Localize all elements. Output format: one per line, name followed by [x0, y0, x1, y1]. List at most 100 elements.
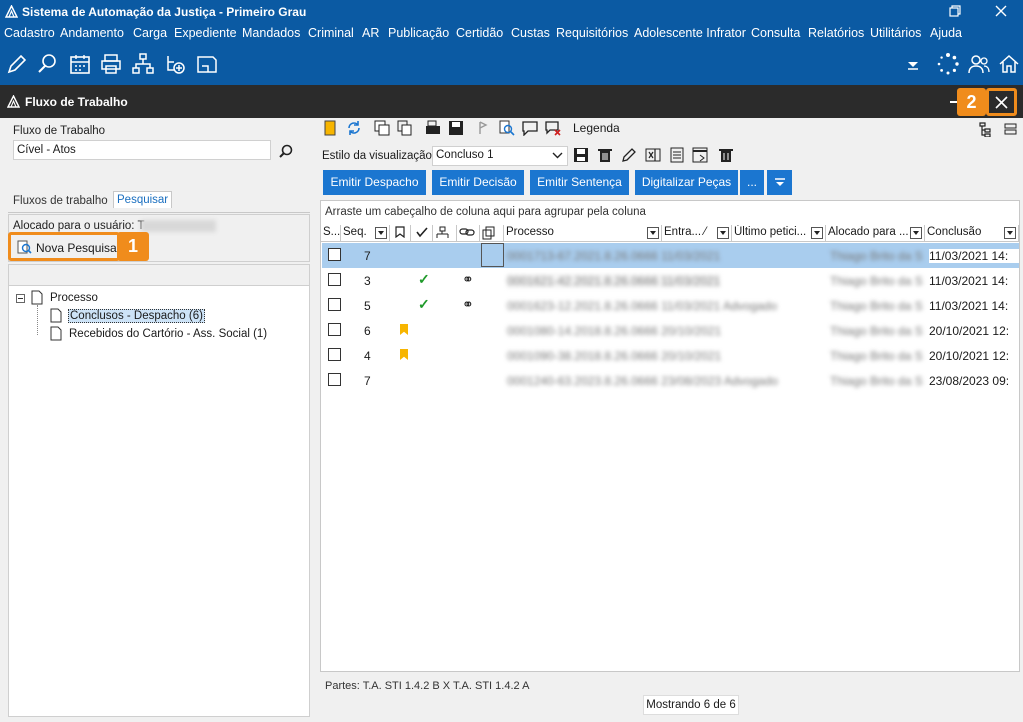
col-header-ultimo-peticionamento[interactable]: Último petici... [732, 225, 826, 242]
filter-dropdown-icon[interactable] [717, 227, 729, 239]
menu-certidao[interactable]: Certidão [456, 26, 503, 40]
filter-dropdown-icon[interactable] [910, 227, 922, 239]
save-icon[interactable] [573, 147, 589, 163]
tree-root[interactable]: Processo [50, 292, 98, 304]
tree-item-conclusos[interactable]: Conclusos - Despacho (6) [68, 309, 205, 323]
tree-view-icon[interactable] [978, 121, 994, 137]
dropdown-arrow-icon[interactable] [905, 52, 921, 76]
emitir-decisao-button[interactable]: Emitir Decisão [432, 170, 524, 195]
col-header-seq[interactable]: Seq. [341, 225, 390, 242]
calendar-icon[interactable] [68, 52, 92, 76]
window-close-button[interactable] [978, 0, 1023, 23]
row-processo[interactable]: 0001621-42.2021.8.26.0666 11/03/2021 [507, 274, 721, 288]
link-icon[interactable]: ⚭ [462, 271, 474, 288]
row-checkbox[interactable] [328, 323, 341, 336]
menu-publicacao[interactable]: Publicação [388, 26, 449, 40]
restore-button[interactable] [932, 0, 978, 23]
inbox-icon[interactable] [195, 52, 219, 76]
row-checkbox[interactable] [328, 273, 341, 286]
link-icon[interactable]: ⚭ [462, 296, 474, 313]
col-header-transfer[interactable] [433, 225, 457, 242]
search-icon[interactable] [279, 144, 293, 158]
menu-requisitorios[interactable]: Requisitórios [556, 26, 628, 40]
col-header-entrada[interactable]: Entra... ⁄ [662, 225, 732, 242]
search-doc-icon[interactable] [499, 120, 515, 136]
row-checkbox[interactable] [328, 298, 341, 311]
refresh-icon[interactable] [346, 120, 362, 136]
menu-relatorios[interactable]: Relatórios [808, 26, 864, 40]
more-button[interactable]: ... [740, 170, 764, 195]
row-processo[interactable]: 0001080-14.2018.8.26.0666 20/10/2021 [507, 324, 721, 338]
menu-custas[interactable]: Custas [511, 26, 550, 40]
menu-criminal[interactable]: Criminal [308, 26, 354, 40]
col-header-link[interactable] [457, 225, 480, 242]
row-processo[interactable]: 0001623-12.2021.8.26.0666 11/03/2021 Adv… [507, 299, 777, 313]
col-header-check[interactable] [411, 225, 433, 242]
col-header-s[interactable]: S... [321, 225, 341, 242]
menu-adolescente-infrator[interactable]: Adolescente Infrator [634, 26, 746, 40]
menu-utilitarios[interactable]: Utilitários [870, 26, 921, 40]
export-icon[interactable] [692, 147, 710, 163]
print-doc-icon[interactable] [425, 120, 441, 136]
menu-andamento[interactable]: Andamento [60, 26, 124, 40]
search-document-icon[interactable] [36, 52, 60, 76]
tab-pesquisar[interactable]: Pesquisar [113, 191, 173, 208]
filter-dropdown-icon[interactable] [375, 227, 387, 239]
menu-cadastro[interactable]: Cadastro [4, 26, 55, 40]
delete-icon[interactable] [597, 147, 613, 163]
pencil-icon[interactable] [621, 147, 637, 163]
col-header-alocado[interactable]: Alocado para ... [826, 225, 925, 242]
tree-collapse-toggle[interactable] [16, 294, 25, 303]
menu-mandados[interactable]: Mandados [242, 26, 300, 40]
row-checkbox[interactable] [328, 348, 341, 361]
row-processo[interactable]: 0001713-67.2021.8.26.0666 11/03/2021 [507, 249, 720, 263]
filter-dropdown-icon[interactable] [647, 227, 659, 239]
row-checkbox[interactable] [328, 373, 341, 386]
table-row[interactable]: 7 0001240-63.2023.8.26.0666 23/08/2023 A… [322, 368, 1019, 393]
row-processo[interactable]: 0001090-38.2018.8.26.0666 20/10/2021 [507, 349, 721, 363]
menu-carga[interactable]: Carga [133, 26, 167, 40]
nova-pesquisa-button[interactable]: Nova Pesquisa [8, 232, 120, 261]
fluxo-field[interactable]: Cível - Atos [13, 140, 271, 160]
copy-check-icon[interactable] [374, 120, 390, 136]
trash-icon[interactable] [718, 147, 734, 163]
filter-dropdown-icon[interactable] [811, 227, 823, 239]
tab-fluxos[interactable]: Fluxos de trabalho [10, 193, 111, 209]
hierarchy-icon[interactable] [131, 52, 155, 76]
estilo-select[interactable]: Concluso 1 [432, 146, 568, 166]
row-processo[interactable]: 0001240-63.2023.8.26.0666 23/08/2023 Adv… [507, 374, 778, 388]
col-header-attach[interactable] [480, 225, 504, 242]
tree-item-recebidos[interactable]: Recebidos do Cartório - Ass. Social (1) [69, 328, 267, 340]
col-header-bookmark[interactable] [390, 225, 411, 242]
edit-icon[interactable] [5, 52, 29, 76]
legenda-link[interactable]: Legenda [573, 121, 620, 135]
menu-dropdown-button[interactable] [767, 170, 792, 195]
table-row[interactable]: 3 ✓ ⚭ 0001621-42.2021.8.26.0666 11/03/20… [322, 268, 1019, 293]
home-icon[interactable] [997, 52, 1021, 76]
filter-dropdown-icon[interactable] [1004, 227, 1016, 239]
table-row[interactable]: 5 ✓ ⚭ 0001623-12.2021.8.26.0666 11/03/20… [322, 293, 1019, 318]
comment-icon[interactable] [522, 120, 538, 136]
table-row[interactable]: 6 0001080-14.2018.8.26.0666 20/10/2021 T… [322, 318, 1019, 343]
document-list-icon[interactable] [669, 147, 685, 163]
table-row[interactable]: 7 0001713-67.2021.8.26.0666 11/03/2021 T… [322, 243, 1019, 268]
users-icon[interactable] [967, 52, 991, 76]
col-header-conclusao[interactable]: Conclusão [925, 225, 1019, 242]
menu-ar[interactable]: AR [362, 26, 379, 40]
menu-expediente[interactable]: Expediente [174, 26, 237, 40]
add-structure-icon[interactable] [163, 52, 187, 76]
emitir-sentenca-button[interactable]: Emitir Sentença [530, 170, 629, 195]
digitalizar-pecas-button[interactable]: Digitalizar Peças [635, 170, 738, 195]
menu-consulta[interactable]: Consulta [751, 26, 800, 40]
folder-icon[interactable] [324, 120, 338, 136]
table-row[interactable]: 4 0001090-38.2018.8.26.0666 20/10/2021 T… [322, 343, 1019, 368]
row-checkbox[interactable] [328, 248, 341, 261]
list-view-icon[interactable] [1002, 121, 1018, 137]
panel-close-button[interactable] [986, 88, 1017, 116]
col-header-processo[interactable]: Processo [504, 225, 662, 242]
comment-delete-icon[interactable] [545, 120, 561, 136]
save-doc-icon[interactable] [448, 120, 464, 136]
printer-icon[interactable] [99, 52, 123, 76]
emitir-despacho-button[interactable]: Emitir Despacho [323, 170, 426, 195]
excel-icon[interactable] [645, 147, 661, 163]
